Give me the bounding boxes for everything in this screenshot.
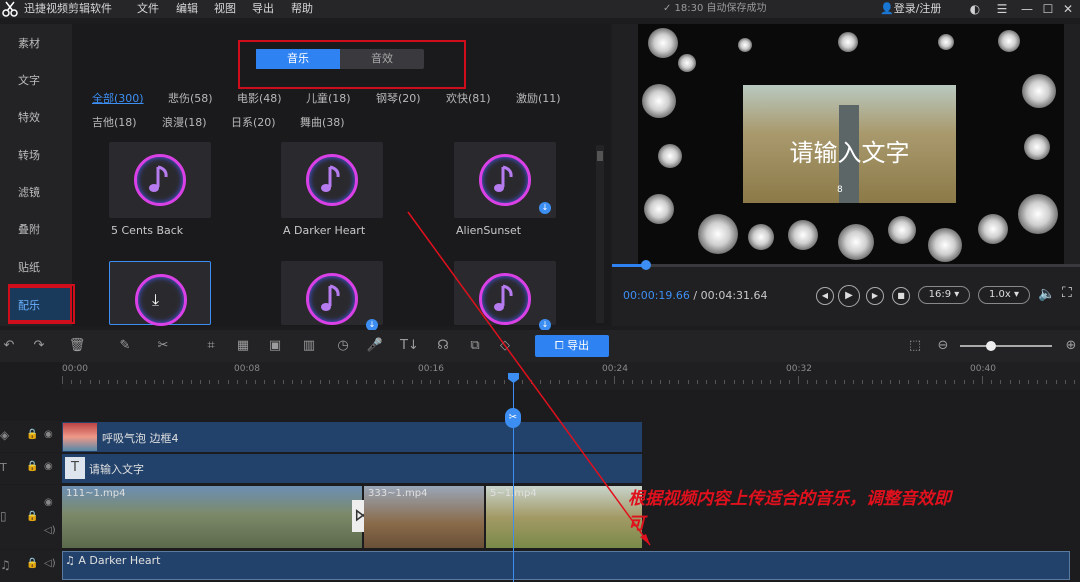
annotation-line: 可: [628, 514, 645, 534]
annotation-text: 根据视频内容上传适合的音乐，调整音效即 可: [628, 487, 1068, 537]
annotation-line: 根据视频内容上传适合的音乐，调整音效即: [628, 489, 951, 509]
